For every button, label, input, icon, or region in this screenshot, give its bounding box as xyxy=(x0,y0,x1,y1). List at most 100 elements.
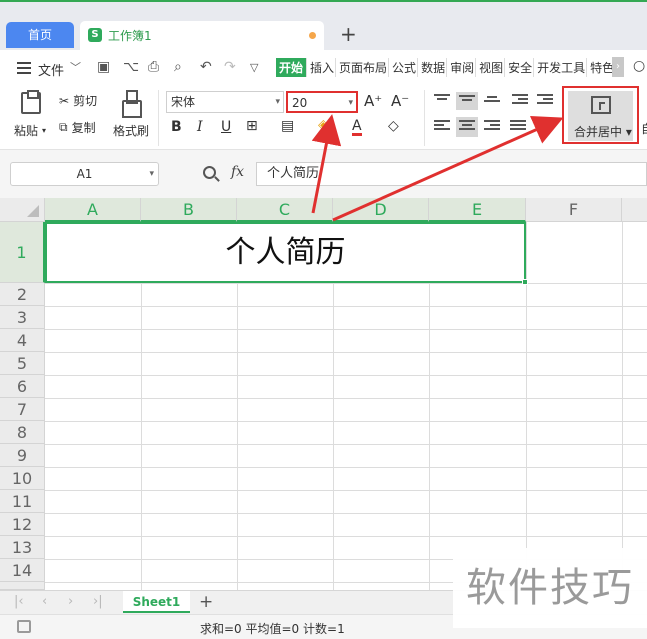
tab-insert[interactable]: 插入 xyxy=(309,58,337,77)
tab-page-layout[interactable]: 页面布局 xyxy=(338,58,390,77)
tab-view[interactable]: 视图 xyxy=(478,58,506,77)
export-icon[interactable]: ⌥ xyxy=(123,59,139,75)
ribbon-scroll-right-button[interactable]: › xyxy=(612,57,624,77)
eraser-icon[interactable]: ◇ xyxy=(388,118,399,134)
macro-record-icon[interactable] xyxy=(17,620,31,633)
row-header-6[interactable]: 6 xyxy=(0,375,45,398)
merged-cell-a1[interactable]: 个人简历 xyxy=(45,222,526,283)
chevron-down-icon[interactable]: ﹀ xyxy=(70,59,81,75)
prev-sheet-icon[interactable]: ‹ xyxy=(42,594,47,609)
new-tab-button[interactable]: + xyxy=(340,22,357,46)
column-header-g[interactable] xyxy=(622,198,647,222)
tab-formulas[interactable]: 公式 xyxy=(391,58,419,77)
font-size-select[interactable]: 20 ▾ xyxy=(286,91,358,113)
formula-input[interactable]: 个人简历 xyxy=(256,162,647,186)
border-icon[interactable]: ⊞ xyxy=(246,118,258,134)
save-icon[interactable]: ▣ xyxy=(97,59,110,75)
column-header-f[interactable]: F xyxy=(526,198,622,222)
name-box[interactable]: A1 ▾ xyxy=(10,162,159,186)
tab-data[interactable]: 数据 xyxy=(420,58,448,77)
bold-button[interactable]: B xyxy=(171,119,182,135)
increase-indent-icon[interactable] xyxy=(537,94,553,108)
column-header-b[interactable]: B xyxy=(141,198,237,222)
copy-button[interactable]: ⧉ 复制 xyxy=(59,119,96,136)
format-painter-icon[interactable] xyxy=(122,90,142,118)
print-icon[interactable]: ⎙ xyxy=(148,59,159,75)
column-header-a[interactable]: A xyxy=(45,198,141,222)
tab-security[interactable]: 安全 xyxy=(507,58,535,77)
underline-button[interactable]: U xyxy=(221,119,231,135)
font-name-select[interactable]: 宋体 ▾ xyxy=(166,91,284,113)
row-header-2[interactable]: 2 xyxy=(0,283,45,306)
grid-line xyxy=(45,352,647,353)
sheet-tab-sheet1[interactable]: Sheet1 xyxy=(123,591,190,613)
merge-center-button[interactable]: 合并居中 ▾ xyxy=(568,91,633,141)
decrease-indent-icon[interactable] xyxy=(512,94,528,108)
row-header-1[interactable]: 1 xyxy=(0,222,45,283)
align-right-icon[interactable] xyxy=(484,120,500,134)
row-header-11[interactable]: 11 xyxy=(0,490,45,513)
row-header-15[interactable] xyxy=(0,582,45,590)
grid-line xyxy=(45,375,647,376)
cell-style-icon[interactable]: ▤ xyxy=(281,118,294,134)
cut-button[interactable]: ✂ 剪切 xyxy=(59,92,97,109)
font-name-value: 宋体 xyxy=(171,95,196,109)
grid-line xyxy=(622,222,623,590)
redo-icon[interactable]: ↷ xyxy=(224,59,236,75)
row-header-14[interactable]: 14 xyxy=(0,559,45,582)
paste-button[interactable]: 粘贴 ▾ xyxy=(14,122,46,139)
tab-review[interactable]: 审阅 xyxy=(449,58,477,77)
grid-line xyxy=(45,283,647,284)
align-middle-icon[interactable] xyxy=(456,92,478,110)
align-center-icon[interactable] xyxy=(456,117,478,137)
copy-label: 复制 xyxy=(71,121,96,135)
home-tab[interactable]: 首页 xyxy=(6,22,74,48)
row-header-10[interactable]: 10 xyxy=(0,467,45,490)
grid-line xyxy=(45,306,647,307)
ribbon-toolbar: 粘贴 ▾ ✂ 剪切 ⧉ 复制 格式刷 宋体 ▾ 20 ▾ A⁺ A⁻ B I U … xyxy=(0,86,647,150)
row-header-12[interactable]: 12 xyxy=(0,513,45,536)
format-painter-button[interactable]: 格式刷 xyxy=(113,122,149,139)
select-all-corner[interactable] xyxy=(0,198,45,222)
undo-icon[interactable]: ↶ xyxy=(200,59,212,75)
first-sheet-icon[interactable]: |‹ xyxy=(14,594,24,609)
grow-font-button[interactable]: A⁺ xyxy=(364,92,382,110)
align-bottom-icon[interactable] xyxy=(484,96,500,110)
paste-icon[interactable] xyxy=(21,90,41,114)
row-header-5[interactable]: 5 xyxy=(0,352,45,375)
grid-line xyxy=(45,467,647,468)
more-dropdown-icon[interactable]: ▽ xyxy=(250,61,258,74)
file-menu[interactable]: 文件 xyxy=(38,60,64,79)
fill-color-icon[interactable]: ◈ xyxy=(318,117,329,133)
font-color-button[interactable]: A xyxy=(352,119,362,136)
search-icon[interactable]: ○ xyxy=(633,58,645,74)
fill-handle[interactable] xyxy=(522,279,528,285)
print-preview-icon[interactable]: ⌕ xyxy=(174,59,182,75)
tab-start[interactable]: 开始 xyxy=(276,58,308,77)
align-left-icon[interactable] xyxy=(434,120,450,134)
shrink-font-button[interactable]: A⁻ xyxy=(391,92,409,110)
hamburger-menu-icon[interactable] xyxy=(17,62,31,74)
tab-developer[interactable]: 开发工具 xyxy=(536,58,588,77)
align-top-icon[interactable] xyxy=(434,94,450,108)
row-header-3[interactable]: 3 xyxy=(0,306,45,329)
next-sheet-icon[interactable]: › xyxy=(68,594,73,609)
justify-icon[interactable] xyxy=(510,120,526,134)
row-header-9[interactable]: 9 xyxy=(0,444,45,467)
insert-function-button[interactable]: fx xyxy=(231,164,244,180)
wrap-text-button[interactable]: 自 xyxy=(641,120,647,137)
row-header-4[interactable]: 4 xyxy=(0,329,45,352)
column-header-c[interactable]: C xyxy=(237,198,333,222)
column-header-d[interactable]: D xyxy=(333,198,429,222)
add-sheet-button[interactable]: + xyxy=(199,592,213,612)
zoom-icon[interactable] xyxy=(203,166,216,179)
italic-button[interactable]: I xyxy=(197,119,203,135)
distribute-icon[interactable] xyxy=(536,120,552,134)
workbook-tab[interactable]: S 工作簿1 xyxy=(80,21,324,50)
row-header-8[interactable]: 8 xyxy=(0,421,45,444)
menu-row: 文件 ﹀ ▣ ⌥ ⎙ ⌕ ↶ ↷ ▽ 开始 插入 页面布局 公式 数据 审阅 视… xyxy=(0,50,647,86)
column-header-e[interactable]: E xyxy=(429,198,526,222)
row-header-13[interactable]: 13 xyxy=(0,536,45,559)
row-header-7[interactable]: 7 xyxy=(0,398,45,421)
last-sheet-icon[interactable]: ›| xyxy=(93,594,103,609)
